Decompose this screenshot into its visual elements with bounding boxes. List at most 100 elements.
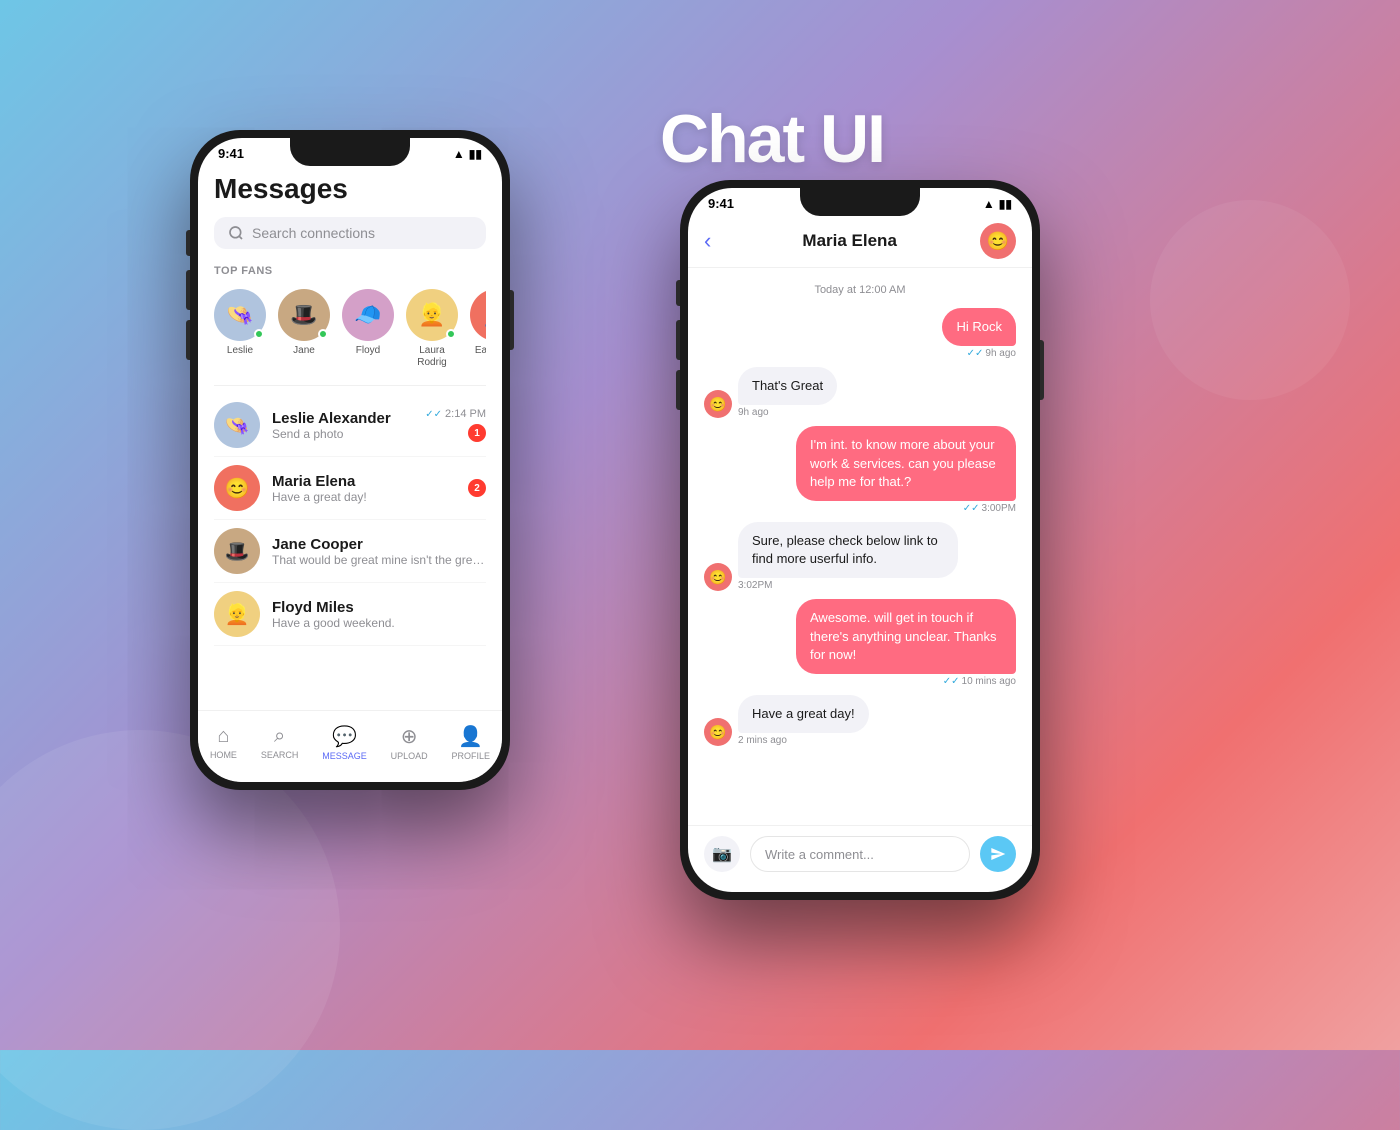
message-row: 😊 That's Great 9h ago [704, 367, 1016, 418]
message-time: 2 mins ago [738, 735, 787, 746]
fan-item[interactable]: 👱 Laura Rodrig [406, 289, 458, 369]
notch [290, 138, 410, 166]
message-bubble-received: That's Great [738, 367, 837, 405]
right-phone: 9:41 ▲ ▮▮ ‹ Maria Elena 😊 Today at 12:00… [680, 180, 1040, 900]
conv-preview: Send a photo [272, 427, 413, 441]
nav-profile[interactable]: 👤 PROFILE [451, 724, 490, 761]
fan-item[interactable]: 👒 Leslie [214, 289, 266, 369]
chat-input-area: 📷 Write a comment... [688, 825, 1032, 892]
wifi-icon-left: ▲ [453, 147, 465, 161]
message-row: Hi Rock ✓✓ 9h ago [704, 308, 1016, 359]
upload-icon: ⊕ [401, 724, 418, 749]
fan-item[interactable]: 👤 Earl Mald [470, 289, 486, 369]
search-placeholder: Search connections [252, 225, 375, 241]
message-bubble-sent: I'm int. to know more about your work & … [796, 426, 1016, 501]
profile-icon-nav: 👤 [458, 724, 483, 749]
nav-label-profile: PROFILE [451, 751, 490, 761]
message-time: 9h ago [738, 407, 769, 418]
nav-label-message: MESSAGE [322, 751, 367, 761]
top-fans-list: 👒 Leslie 🎩 Jane 🧢 Floyd [214, 289, 486, 369]
divider [214, 385, 486, 386]
unread-badge: 1 [468, 424, 486, 442]
conv-preview: Have a great day! [272, 490, 456, 504]
fan-name: Earl Mald [475, 345, 486, 357]
fan-item[interactable]: 🎩 Jane [278, 289, 330, 369]
message-bubble-received: Sure, please check below link to find mo… [738, 522, 958, 578]
camera-button[interactable]: 📷 [704, 836, 740, 872]
message-time: ✓✓ 10 mins ago [943, 676, 1016, 687]
messages-title: Messages [214, 165, 486, 217]
back-button[interactable]: ‹ [704, 228, 711, 254]
conv-name: Maria Elena [272, 473, 456, 490]
conv-name: Floyd Miles [272, 599, 486, 616]
search-icon-nav: ⌕ [274, 725, 285, 748]
nav-message[interactable]: 💬 MESSAGE [322, 724, 367, 761]
search-icon [228, 225, 244, 241]
contact-avatar[interactable]: 😊 [980, 223, 1016, 259]
conv-time: ✓✓ 2:14 PM [425, 408, 486, 420]
bottom-nav: ⌂ HOME ⌕ SEARCH 💬 MESSAGE ⊕ UPLOAD 👤 PRO… [198, 710, 502, 782]
fan-name: Floyd [356, 345, 380, 356]
nav-label-home: HOME [210, 750, 237, 760]
time-left: 9:41 [218, 146, 244, 161]
chat-contact-name: Maria Elena [719, 231, 980, 251]
conv-preview: That would be great mine isn't the great… [272, 553, 486, 567]
fan-item[interactable]: 🧢 Floyd [342, 289, 394, 369]
conv-name: Leslie Alexander [272, 410, 413, 427]
sender-avatar: 😊 [704, 718, 732, 746]
conv-avatar: 😊 [214, 465, 260, 511]
chat-header: ‹ Maria Elena 😊 [688, 215, 1032, 268]
message-icon: 💬 [332, 724, 357, 749]
message-bubble-sent: Awesome. will get in touch if there's an… [796, 599, 1016, 674]
conversation-item[interactable]: 😊 Maria Elena Have a great day! 2 [214, 457, 486, 520]
fan-name: Leslie [227, 345, 253, 356]
time-right: 9:41 [708, 196, 734, 211]
message-bubble-sent: Hi Rock [942, 308, 1016, 346]
message-input[interactable]: Write a comment... [750, 836, 970, 872]
message-bubble-received: Have a great day! [738, 695, 869, 733]
message-row: 😊 Sure, please check below link to find … [704, 522, 1016, 591]
nav-search[interactable]: ⌕ SEARCH [261, 725, 299, 760]
date-divider: Today at 12:00 AM [704, 284, 1016, 296]
message-row: I'm int. to know more about your work & … [704, 426, 1016, 514]
online-indicator [446, 329, 456, 339]
send-button[interactable] [980, 836, 1016, 872]
battery-icon-left: ▮▮ [469, 147, 482, 161]
message-time: 3:02PM [738, 580, 772, 591]
conv-avatar: 👒 [214, 402, 260, 448]
fan-name: Jane [293, 345, 315, 356]
nav-label-upload: UPLOAD [391, 751, 428, 761]
input-placeholder: Write a comment... [765, 847, 874, 862]
search-bar[interactable]: Search connections [214, 217, 486, 249]
wifi-icon-right: ▲ [983, 197, 995, 211]
conv-preview: Have a good weekend. [272, 616, 486, 630]
messages-screen: Messages Search connections TOP FANS 👒 L… [198, 165, 502, 646]
battery-icon-right: ▮▮ [999, 197, 1012, 211]
sender-avatar: 😊 [704, 563, 732, 591]
online-indicator [254, 329, 264, 339]
conversations-list: 👒 Leslie Alexander Send a photo ✓✓ 2:14 … [214, 394, 486, 646]
chat-body: Today at 12:00 AM Hi Rock ✓✓ 9h ago 😊 Th… [688, 268, 1032, 825]
conversation-item[interactable]: 🎩 Jane Cooper That would be great mine i… [214, 520, 486, 583]
nav-home[interactable]: ⌂ HOME [210, 725, 237, 760]
sender-avatar: 😊 [704, 390, 732, 418]
message-row: Awesome. will get in touch if there's an… [704, 599, 1016, 687]
left-phone: 9:41 ▲ ▮▮ Messages Search connections TO… [190, 130, 510, 790]
notch-right [800, 188, 920, 216]
section-label-top-fans: TOP FANS [214, 265, 486, 277]
conv-name: Jane Cooper [272, 536, 486, 553]
page-title: Chat UI [660, 100, 884, 178]
fan-name: Laura Rodrig [407, 345, 457, 369]
send-icon [990, 846, 1006, 862]
message-row: 😊 Have a great day! 2 mins ago [704, 695, 1016, 746]
conv-avatar: 🎩 [214, 528, 260, 574]
unread-badge: 2 [468, 479, 486, 497]
conversation-item[interactable]: 👒 Leslie Alexander Send a photo ✓✓ 2:14 … [214, 394, 486, 457]
nav-label-search: SEARCH [261, 750, 299, 760]
message-time: ✓✓ 3:00PM [963, 503, 1016, 514]
conversation-item[interactable]: 👱 Floyd Miles Have a good weekend. [214, 583, 486, 646]
nav-upload[interactable]: ⊕ UPLOAD [391, 724, 428, 761]
conv-avatar: 👱 [214, 591, 260, 637]
online-indicator [318, 329, 328, 339]
home-icon: ⌂ [217, 725, 229, 748]
